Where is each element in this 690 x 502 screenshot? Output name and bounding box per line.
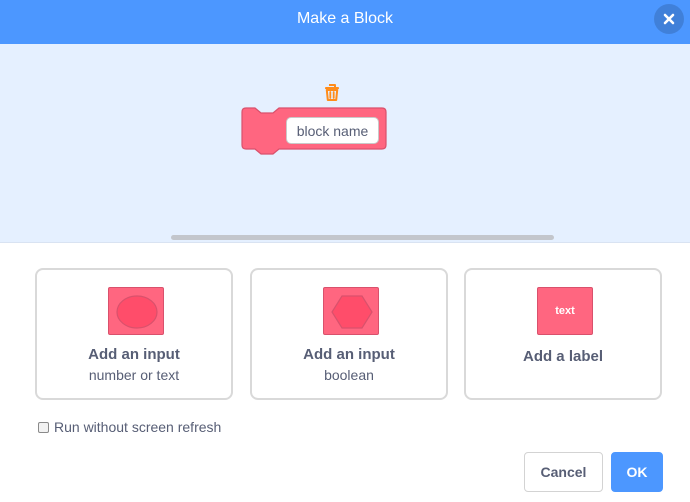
option-title: Add an input: [88, 346, 180, 363]
text-label-icon: text: [537, 287, 593, 335]
checkbox-label: Run without screen refresh: [54, 419, 222, 435]
block-preview-area: [0, 44, 690, 243]
trash-icon[interactable]: [322, 82, 342, 102]
round-input-icon: [108, 287, 164, 335]
run-without-refresh-checkbox[interactable]: Run without screen refresh: [38, 418, 221, 436]
option-title: Add an input: [303, 346, 395, 363]
ok-button[interactable]: OK: [611, 452, 663, 492]
close-icon: [663, 13, 675, 25]
horizontal-scrollbar[interactable]: [171, 235, 554, 240]
label-icon-text: text: [555, 305, 575, 317]
dialog-header: Make a Block: [0, 0, 690, 44]
option-subtitle: number or text: [88, 367, 180, 383]
add-input-number-or-text-button[interactable]: Add an input number or text: [35, 268, 233, 400]
add-input-boolean-button[interactable]: Add an input boolean: [250, 268, 448, 400]
boolean-input-icon: [323, 287, 379, 335]
cancel-button[interactable]: Cancel: [524, 452, 603, 492]
add-label-button[interactable]: text Add a label: [464, 268, 662, 400]
block-name-input[interactable]: [286, 117, 379, 144]
option-subtitle: boolean: [324, 367, 374, 383]
close-button[interactable]: [654, 4, 684, 34]
option-title: Add a label: [522, 348, 604, 365]
checkbox-box[interactable]: [38, 421, 49, 433]
dialog-title: Make a Block: [296, 10, 394, 27]
